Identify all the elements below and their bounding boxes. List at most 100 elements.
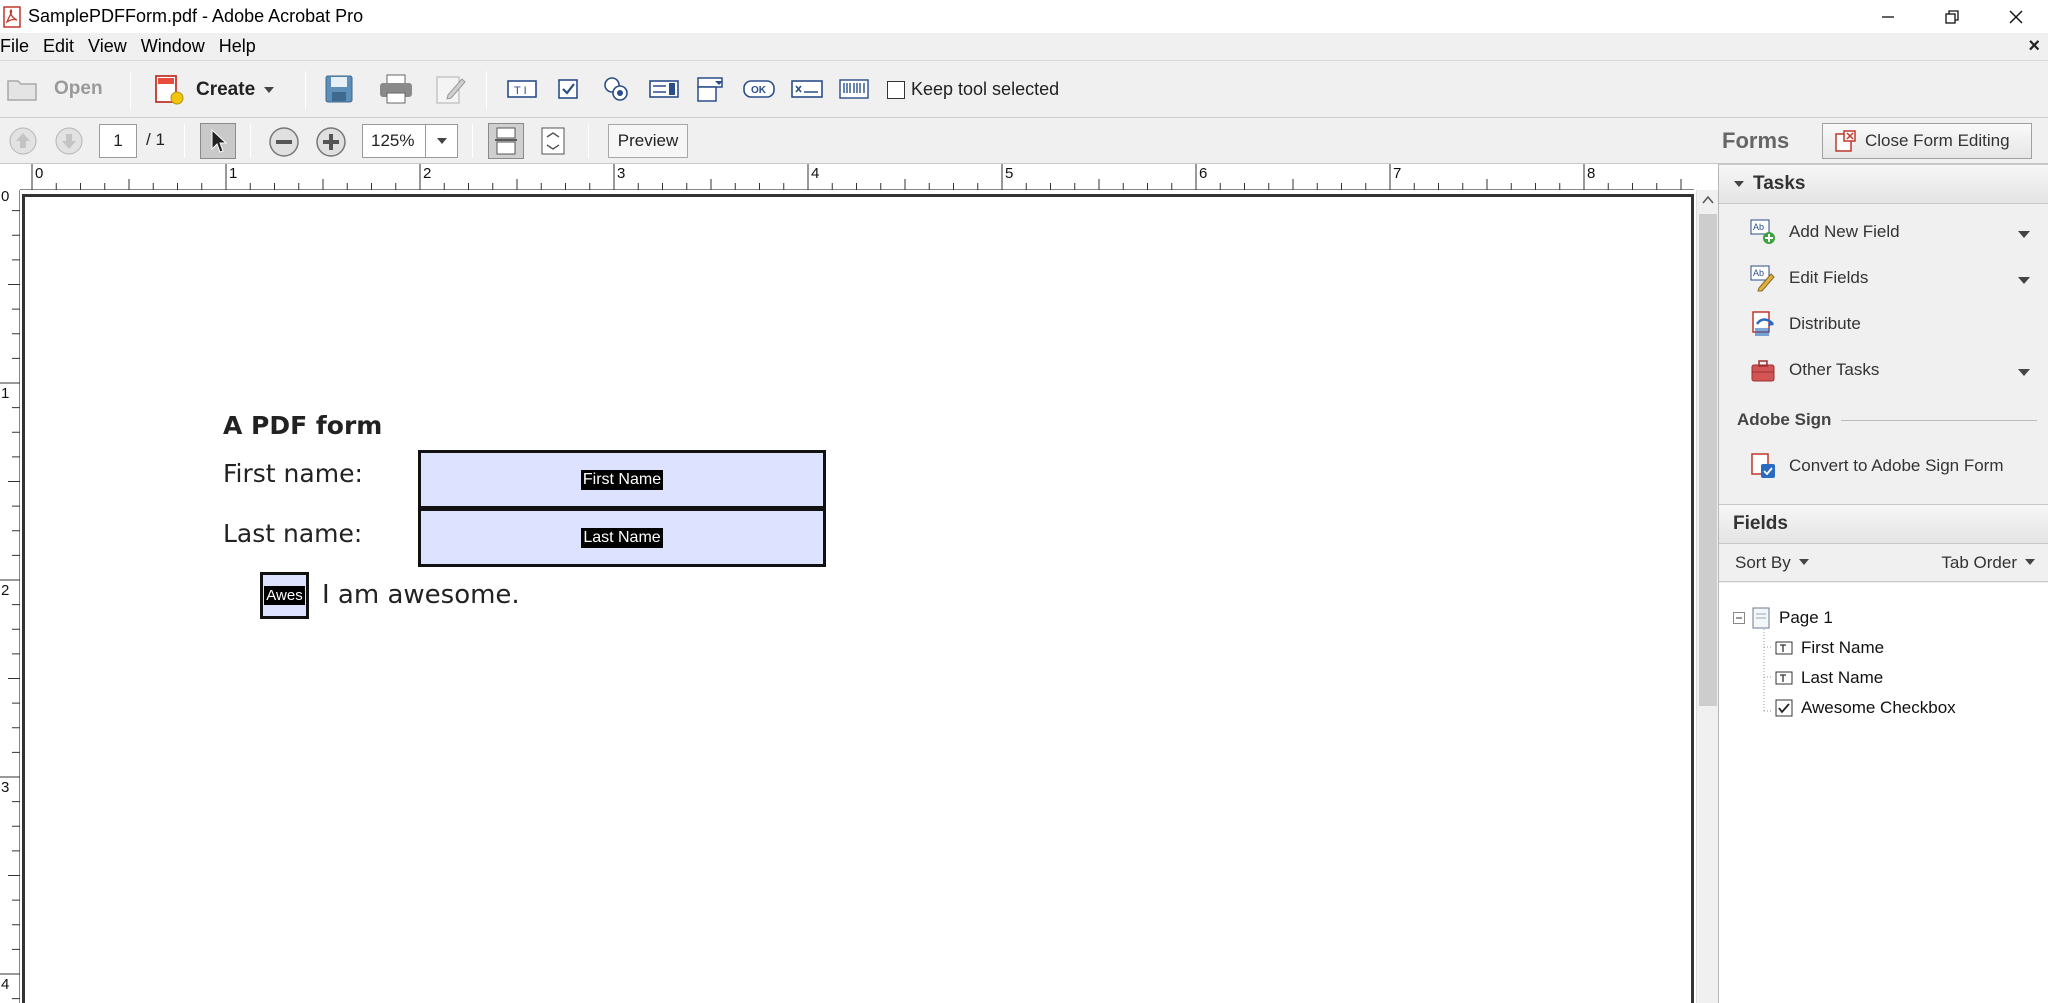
open-button[interactable]: Open bbox=[6, 75, 103, 103]
task-distribute[interactable]: Distribute bbox=[1749, 310, 1861, 338]
tree-item-first-name[interactable]: First Name bbox=[1775, 638, 1884, 658]
first-name-label: First name: bbox=[223, 459, 363, 488]
edit-pdf-button[interactable] bbox=[434, 73, 468, 105]
minimize-button[interactable] bbox=[1856, 0, 1920, 33]
zoom-dropdown-button[interactable] bbox=[426, 124, 458, 158]
list-box-tool[interactable] bbox=[648, 77, 680, 101]
close-window-button[interactable] bbox=[1984, 0, 2048, 33]
tasks-header[interactable]: Tasks bbox=[1719, 164, 2048, 204]
separator bbox=[472, 124, 473, 158]
text-field-tool[interactable]: T I bbox=[506, 77, 538, 101]
task-label: Convert to Adobe Sign Form bbox=[1789, 456, 2004, 475]
barcode-tool[interactable] bbox=[838, 77, 870, 101]
tree-item-last-name[interactable]: Last Name bbox=[1775, 668, 1883, 688]
navigation-toolbar: 1 / 1 125% Preview Forms Close Form Edit… bbox=[0, 118, 2048, 164]
task-add-new-field[interactable]: Ab Add New Field bbox=[1749, 218, 1900, 246]
scroll-up-arrow-icon[interactable] bbox=[1702, 196, 1714, 204]
chevron-down-icon[interactable] bbox=[2018, 231, 2030, 238]
collapse-minus-icon[interactable] bbox=[1733, 612, 1745, 624]
checkbox-box bbox=[887, 80, 905, 99]
page-number-input[interactable]: 1 bbox=[99, 124, 137, 158]
tab-order-dropdown[interactable]: Tab Order bbox=[1941, 553, 2035, 573]
checkbox-tool[interactable] bbox=[556, 77, 582, 101]
adobe-sign-icon bbox=[1751, 453, 1775, 478]
vertical-scrollbar[interactable] bbox=[1696, 190, 1718, 1003]
scrollbar-thumb[interactable] bbox=[1699, 214, 1717, 706]
ruler-label: 4 bbox=[811, 165, 819, 182]
ruler-label: 0 bbox=[35, 165, 43, 182]
create-button[interactable]: Create bbox=[152, 73, 275, 107]
sort-by-dropdown[interactable]: Sort By bbox=[1735, 553, 1809, 573]
menu-view[interactable]: View bbox=[83, 36, 136, 57]
menu-bar: File Edit View Window Help × bbox=[0, 33, 2048, 60]
next-page-button[interactable] bbox=[54, 126, 84, 156]
keep-tool-selected-checkbox[interactable]: Keep tool selected bbox=[887, 79, 1059, 100]
svg-text:Ab: Ab bbox=[1753, 222, 1764, 232]
restore-button[interactable] bbox=[1920, 0, 1984, 33]
separator bbox=[305, 71, 306, 109]
menu-window[interactable]: Window bbox=[136, 36, 214, 57]
distribute-icon bbox=[1752, 311, 1774, 336]
forms-side-panel: Tasks Ab Add New Field Ab Edit Fields Di… bbox=[1718, 164, 2048, 1003]
task-other-tasks[interactable]: Other Tasks bbox=[1749, 356, 1879, 384]
preview-button[interactable]: Preview bbox=[608, 124, 688, 158]
save-button[interactable] bbox=[323, 73, 355, 105]
first-name-field[interactable]: First Name bbox=[418, 450, 826, 509]
fit-page-button[interactable] bbox=[538, 125, 568, 157]
scrolling-mode-button[interactable] bbox=[488, 123, 524, 159]
zoom-input[interactable]: 125% bbox=[362, 124, 426, 158]
text-field-icon bbox=[1775, 641, 1793, 655]
close-icon bbox=[2009, 10, 2023, 23]
page-total: / 1 bbox=[146, 130, 165, 149]
ruler-label: 6 bbox=[1199, 165, 1207, 182]
close-form-editing-button[interactable]: Close Form Editing bbox=[1822, 123, 2032, 159]
create-pdf-icon bbox=[155, 75, 184, 105]
vertical-ruler: 0 1 2 3 4 bbox=[0, 190, 20, 1003]
task-convert-adobe-sign[interactable]: Convert to Adobe Sign Form bbox=[1749, 452, 2004, 480]
tab-order-label: Tab Order bbox=[1941, 552, 2017, 572]
previous-page-button[interactable] bbox=[8, 126, 38, 156]
task-label: Add New Field bbox=[1789, 222, 1900, 241]
chevron-down-icon[interactable] bbox=[2018, 277, 2030, 284]
close-document-button[interactable]: × bbox=[2028, 35, 2040, 58]
print-button[interactable] bbox=[378, 73, 414, 105]
menu-help[interactable]: Help bbox=[214, 36, 265, 57]
awesome-checkbox-field[interactable]: Awes bbox=[260, 572, 309, 619]
dropdown-tool[interactable] bbox=[696, 75, 728, 103]
title-bar: SamplePDFForm.pdf - Adobe Acrobat Pro bbox=[0, 0, 2048, 33]
task-edit-fields[interactable]: Ab Edit Fields bbox=[1749, 264, 1868, 292]
tree-item-awesome-checkbox[interactable]: Awesome Checkbox bbox=[1775, 698, 1956, 718]
menu-file[interactable]: File bbox=[0, 36, 38, 57]
page-icon bbox=[1752, 607, 1770, 629]
separator bbox=[184, 124, 185, 158]
briefcase-icon bbox=[1751, 360, 1775, 382]
zoom-in-button[interactable] bbox=[315, 126, 347, 158]
ruler-label: 0 bbox=[1, 190, 9, 205]
task-label: Other Tasks bbox=[1789, 360, 1880, 379]
tree-page-1[interactable]: Page 1 bbox=[1733, 607, 1833, 629]
text-field-icon: T I bbox=[507, 80, 537, 98]
select-tool-button[interactable] bbox=[200, 123, 236, 159]
zoom-out-button[interactable] bbox=[268, 126, 300, 158]
digital-signature-tool[interactable] bbox=[790, 77, 824, 101]
forms-label: Forms bbox=[1722, 128, 1790, 153]
ruler-label: 7 bbox=[1393, 165, 1401, 182]
pointer-icon bbox=[211, 128, 228, 153]
zoom-in-icon bbox=[316, 127, 346, 157]
fields-tree: Page 1 First Name Last Name Awesome Chec… bbox=[1719, 583, 2048, 1003]
close-form-icon bbox=[1835, 130, 1856, 152]
collapse-triangle-icon bbox=[1734, 181, 1744, 187]
ruler-label: 2 bbox=[423, 165, 431, 182]
svg-text:Ab: Ab bbox=[1753, 268, 1764, 278]
last-name-field[interactable]: Last Name bbox=[418, 508, 826, 567]
horizontal-ruler-ticks: 0 1 2 3 4 5 6 7 8 bbox=[31, 164, 1682, 190]
chevron-down-icon[interactable] bbox=[2018, 369, 2030, 376]
radio-button-tool[interactable] bbox=[600, 75, 632, 103]
minimize-icon bbox=[1882, 15, 1894, 18]
scroll-page-icon bbox=[495, 127, 517, 155]
menu-edit[interactable]: Edit bbox=[38, 36, 83, 57]
horizontal-ruler: 0 1 2 3 4 5 6 7 8 bbox=[20, 164, 1694, 190]
pdf-page: A PDF form First name: Last name: First … bbox=[22, 194, 1694, 1003]
button-tool[interactable]: OK bbox=[742, 77, 776, 101]
radio-button-icon bbox=[604, 77, 628, 101]
